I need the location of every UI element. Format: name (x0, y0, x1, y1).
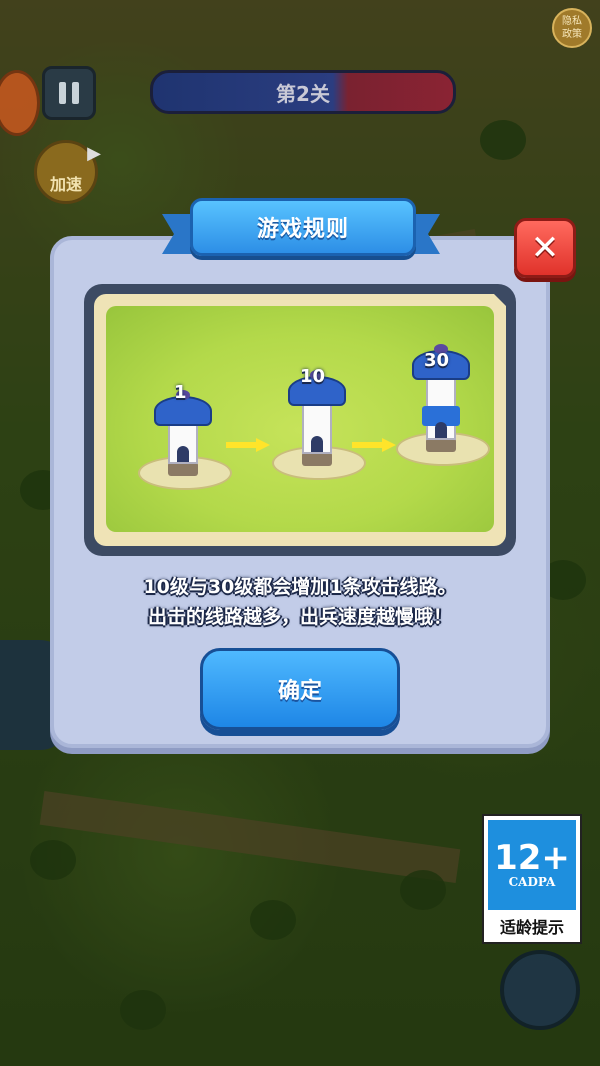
privacy-label-line2: 政策 (562, 29, 582, 40)
privacy-policy-button[interactable]: 隐私 政策 (552, 8, 592, 48)
dialog-title-text: 游戏规则 (256, 217, 349, 242)
compass-button[interactable] (500, 950, 580, 1030)
age-rating-badge: 12+ CADPA 适龄提示 (482, 814, 582, 944)
video-camera-icon: ▶ (87, 143, 101, 164)
grass-field: 1 10 30 (106, 306, 494, 532)
privacy-label-line1: 隐私 (562, 16, 582, 27)
tower-level-1-label: 1 (174, 382, 187, 403)
rule-description-line1: 10级与30级都会增加1条攻击线路。 (143, 576, 457, 598)
dialog-title: 游戏规则 (190, 198, 416, 256)
pause-icon (59, 82, 66, 104)
close-button[interactable]: ✕ (514, 218, 576, 278)
level-label: 第2关 (276, 81, 330, 106)
confirm-button[interactable]: 确定 (200, 648, 400, 730)
age-rating-value: 12+ (494, 838, 570, 878)
arrow-icon (352, 438, 396, 452)
speed-label: 加速 (49, 175, 82, 194)
speed-up-button[interactable]: ▶ 加速 (34, 140, 101, 204)
pause-button[interactable] (42, 66, 96, 120)
close-icon: ✕ (530, 228, 560, 268)
illustration-paper: 1 10 30 (94, 294, 506, 546)
age-rating-org: CADPA (508, 875, 556, 889)
tower-level-10-label: 10 (300, 366, 326, 387)
arrow-icon (226, 438, 270, 452)
tower-level-30-label: 30 (424, 350, 450, 371)
tower-illustration-frame: 1 10 30 (84, 284, 516, 556)
age-rating-tip: 适龄提示 (499, 918, 564, 937)
rule-description-line2: 出击的线路越多，出兵速度越慢哦！ (147, 606, 452, 628)
confirm-label: 确定 (277, 679, 322, 704)
level-progress-bar: 第2关 (150, 70, 456, 114)
